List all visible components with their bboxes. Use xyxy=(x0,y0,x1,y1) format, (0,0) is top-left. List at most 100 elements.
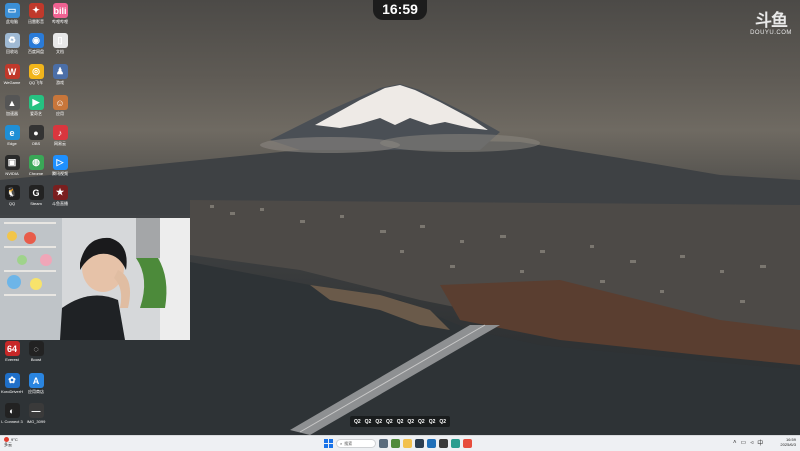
desktop-icon[interactable]: ▷ 腾讯视频 xyxy=(49,155,71,176)
app-icon: ● xyxy=(28,125,44,140)
desktop-icon[interactable]: ◉ 百度网盘 xyxy=(25,33,47,54)
desktop-icon[interactable]: ▲ 加速器 xyxy=(1,95,23,116)
desktop-icon-label: Chrome xyxy=(28,171,44,176)
caption-item: Q2 xyxy=(418,418,425,425)
app-icon: ◌ xyxy=(28,341,44,356)
app-icon: ✿ xyxy=(4,373,20,388)
desktop-icon-label: 哔哩哔哩 xyxy=(52,19,68,24)
app-icon[interactable] xyxy=(439,439,448,448)
search-placeholder: 搜索 xyxy=(344,440,353,446)
desktop-icon[interactable]: ✿KoroDriverHub xyxy=(1,373,23,394)
desktop-icon-label: 腾讯视频 xyxy=(52,171,68,176)
desktop-icon[interactable]: ● OBS xyxy=(25,125,47,146)
taskbar-clock[interactable]: 16:59 2025/6/3 xyxy=(776,437,796,447)
desktop-icon[interactable]: ▯ 文档 xyxy=(49,33,71,54)
taskbar-search[interactable]: ⌕ 搜索 xyxy=(336,439,376,448)
app-icon: e xyxy=(4,125,20,140)
desktop-icon[interactable]: ▶ 爱奇艺 xyxy=(25,95,47,116)
app-icon[interactable] xyxy=(451,439,460,448)
desktop-icon[interactable]: ◎ QQ飞车 xyxy=(25,64,47,85)
ime-icon[interactable]: 中 xyxy=(757,438,763,447)
app-icon: ▶ xyxy=(28,95,44,110)
desktop-icon-label: 爱奇艺 xyxy=(30,111,42,116)
start-button[interactable] xyxy=(324,439,333,448)
app-icon: — xyxy=(28,403,44,418)
desktop-icon-label: 加速器 xyxy=(6,111,18,116)
desktop-icon-label: Everest xyxy=(5,357,19,362)
watermark-text: DOUYU.COM xyxy=(750,30,792,36)
caption-item: Q2 xyxy=(407,418,415,425)
caption-item: Q2 xyxy=(354,418,361,425)
caption-item: Q2 xyxy=(396,418,404,425)
app-icon: ✦ xyxy=(28,3,44,18)
widgets-icon[interactable] xyxy=(391,439,400,448)
app-icon[interactable] xyxy=(463,439,472,448)
app-icon[interactable] xyxy=(415,439,424,448)
app-icon: ▯ xyxy=(52,33,68,48)
app-icon: ▣ xyxy=(4,155,20,170)
app-icon: 64 xyxy=(4,341,20,356)
task-view-icon[interactable] xyxy=(379,439,388,448)
app-icon: ▭ xyxy=(4,3,20,18)
desktop-icon-label: KoroDriverHub xyxy=(1,389,23,394)
douyu-watermark: 斗鱼 DOUYU.COM xyxy=(748,11,794,37)
caption-bar: Q2 Q2 Q2 Q2 Q2 Q2 Q2 Q2 Q2 xyxy=(350,416,451,427)
desktop-icon[interactable]: 64 Everest xyxy=(1,341,23,362)
desktop-icon[interactable]: ▣ NVIDIA xyxy=(1,155,23,176)
caption-item: Q2 xyxy=(375,418,383,425)
weather-widget[interactable]: 9°C 多云 xyxy=(4,437,18,447)
app-icon: ★ xyxy=(52,185,68,200)
desktop-icon[interactable]: W WeGame xyxy=(1,64,23,85)
desktop-icon-label: 斗鱼直播 xyxy=(52,201,68,206)
app-icon: ▲ xyxy=(4,95,20,110)
desktop-icon[interactable]: — IMG_3099 xyxy=(25,403,47,424)
desktop-icon[interactable]: G Steam xyxy=(25,185,47,206)
app-icon: bili xyxy=(52,3,68,18)
app-icon[interactable] xyxy=(427,439,436,448)
app-icon: ◎ xyxy=(28,64,44,79)
app-icon: W xyxy=(4,64,20,79)
stream-clock: 16:59 xyxy=(373,0,427,20)
desktop-icon-label: 应用 xyxy=(56,111,64,116)
desktop-icon-label: Edge xyxy=(7,141,17,146)
app-icon: A xyxy=(28,373,44,388)
taskbar-apps: ⌕ 搜索 xyxy=(324,438,472,449)
desktop-icon[interactable]: ♪ 网易云 xyxy=(49,125,71,146)
network-icon[interactable]: ▭ xyxy=(741,439,747,446)
taskbar: 9°C 多云 ⌕ 搜索 ˄ ▭ ◃ 中 16:59 2025/6/3 xyxy=(0,435,800,451)
desktop-icon[interactable]: bili 哔哩哔哩 xyxy=(49,3,71,24)
app-icon: ◉ xyxy=(28,33,44,48)
chevron-up-icon[interactable]: ˄ xyxy=(733,440,737,446)
app-icon: ▷ xyxy=(52,155,68,170)
desktop-icon-label: 网易云 xyxy=(54,141,66,146)
desktop-icon[interactable]: ◌ Boost xyxy=(25,341,47,362)
desktop-icon-label: 应用商店 xyxy=(28,389,44,394)
volume-icon[interactable]: ◃ xyxy=(750,439,753,446)
watermark-logo: 斗鱼 xyxy=(755,11,788,30)
desktop-icon[interactable]: ☺ 应用 xyxy=(49,95,71,116)
desktop-icon-label: 百度网盘 xyxy=(28,49,44,54)
caption-item: Q2 xyxy=(439,418,447,425)
desktop-icon-label: QQ飞车 xyxy=(28,80,44,85)
desktop-icon[interactable]: ▭ 此电脑 xyxy=(1,3,23,24)
desktop-icon-label: Steam xyxy=(30,201,42,206)
desktop-icon[interactable]: e Edge xyxy=(1,125,23,146)
desktop-icon[interactable]: ◐ L Connect 3 xyxy=(1,403,23,424)
search-icon: ⌕ xyxy=(340,441,343,446)
desktop-icon[interactable]: ♻ 回收站 xyxy=(1,33,23,54)
desktop-icon-label: 迅雷影音 xyxy=(28,19,44,24)
desktop-icon-label: IMG_3099 xyxy=(26,419,46,424)
desktop-icon-label: 文档 xyxy=(56,49,64,54)
file-explorer-icon[interactable] xyxy=(403,439,412,448)
desktop-icon[interactable]: ✦ 迅雷影音 xyxy=(25,3,47,24)
desktop-icon[interactable]: ♟ 游戏 xyxy=(49,64,71,85)
desktop-icon-label: WeGame xyxy=(3,80,21,85)
app-icon: ◐ xyxy=(4,403,20,418)
desktop-icon[interactable]: 🐧 QQ xyxy=(1,185,23,206)
app-icon: 🐧 xyxy=(4,185,20,200)
desktop-icon-label: 此电脑 xyxy=(6,19,18,24)
desktop-icon[interactable]: A 应用商店 xyxy=(25,373,47,394)
desktop-icon[interactable]: ◍ Chrome xyxy=(25,155,47,176)
caption-item: Q2 xyxy=(364,418,372,425)
desktop-icon[interactable]: ★ 斗鱼直播 xyxy=(49,185,71,206)
